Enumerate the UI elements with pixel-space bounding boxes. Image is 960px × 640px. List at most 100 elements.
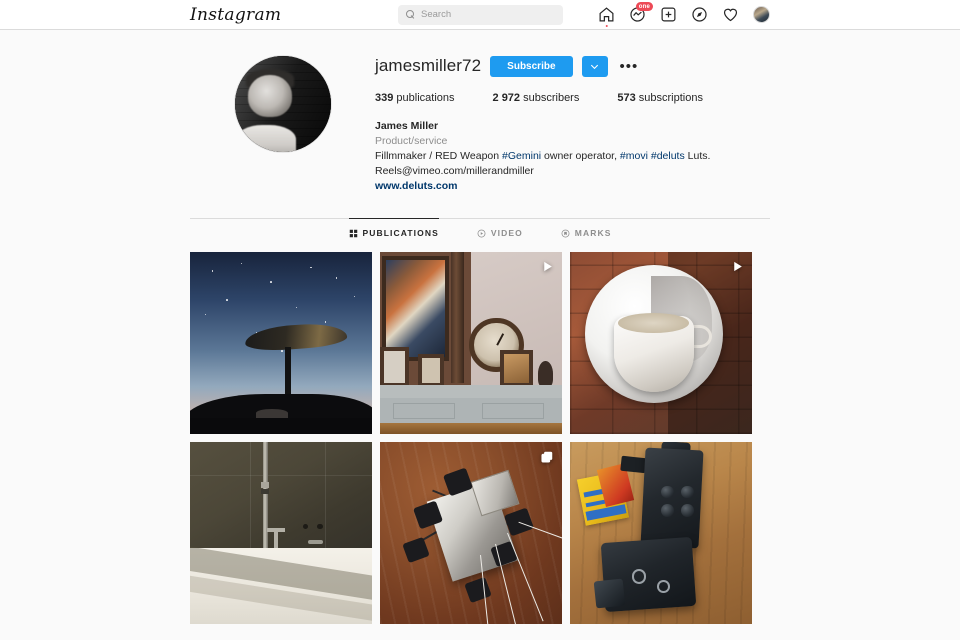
wooden-floor <box>380 423 562 434</box>
stat-publications-value: 339 <box>375 92 394 104</box>
profile-header: jamesmiller72 Subscribe ••• 339 publicat… <box>190 30 770 194</box>
camera-knob <box>681 503 694 517</box>
subscribe-dropdown-button[interactable] <box>581 55 608 77</box>
stat-publications: 339 publications <box>375 92 455 104</box>
profile-bio-email: Reels@vimeo.com/millerandmiller <box>375 165 534 177</box>
wall-seam-horizontal <box>190 474 372 476</box>
camera-knob <box>661 503 674 517</box>
bio-text-b: owner operator, <box>541 150 620 162</box>
profile-avatar-column <box>190 52 375 194</box>
wall-seam-vertical <box>324 442 326 548</box>
top-navigation-bar: Instagram Search one <box>0 0 960 30</box>
framed-artwork <box>381 255 450 362</box>
subscribe-button[interactable]: Subscribe <box>490 55 573 77</box>
home-active-dot <box>605 24 608 27</box>
profile-avatar[interactable] <box>233 55 332 153</box>
pipe-joint <box>261 482 269 489</box>
search-placeholder: Search <box>421 9 452 20</box>
instagram-logo[interactable]: Instagram <box>190 5 281 25</box>
stat-publications-label: publications <box>396 92 455 104</box>
bio-hashtag-gemini[interactable]: #Gemini <box>502 150 541 162</box>
grid-post-5[interactable] <box>380 442 562 624</box>
video-indicator-icon <box>731 260 744 278</box>
search-icon <box>406 10 415 19</box>
stat-subscriptions-value: 573 <box>617 92 636 104</box>
bio-text-d: Luts. <box>684 150 711 162</box>
camera-top-bar <box>620 455 648 473</box>
username-row: jamesmiller72 Subscribe ••• <box>375 54 770 78</box>
tab-publications[interactable]: PUBLICATIONS <box>348 218 439 246</box>
nav-icon-group: one <box>598 2 770 27</box>
profile-tabs-container: PUBLICATIONS VIDEO MARKS <box>190 218 770 246</box>
photo-frame-3 <box>500 350 533 387</box>
tab-marks-label: MARKS <box>574 228 612 238</box>
messenger-icon[interactable]: one <box>629 2 653 23</box>
teacup <box>613 312 694 393</box>
tab-video[interactable]: VIDEO <box>477 218 523 246</box>
grid-post-1[interactable] <box>190 252 372 434</box>
ground-ridge <box>190 417 372 434</box>
profile-page: jamesmiller72 Subscribe ••• 339 publicat… <box>0 30 960 624</box>
mantel-object <box>538 361 553 387</box>
vertical-pipe <box>262 442 268 552</box>
rover-wheel <box>402 537 431 564</box>
page-title: jamesmiller72 <box>375 56 482 75</box>
home-icon[interactable] <box>598 6 615 27</box>
profile-avatar-icon[interactable] <box>753 6 770 23</box>
profile-website-link[interactable]: www.deluts.com <box>375 179 770 194</box>
grid-icon <box>349 229 357 237</box>
explore-icon[interactable] <box>691 6 708 23</box>
stat-subscriptions-label: subscriptions <box>638 92 703 104</box>
tab-publications-label: PUBLICATIONS <box>362 228 439 238</box>
avatar <box>753 6 770 23</box>
wall-panel <box>380 397 562 424</box>
ground-notch <box>255 409 289 418</box>
wall-seam-vertical <box>250 442 252 548</box>
camera-knob <box>661 485 674 499</box>
search-input[interactable]: Search <box>398 4 563 25</box>
camera-knob <box>681 485 694 499</box>
mantel-shelf <box>380 384 562 398</box>
chevron-down-icon <box>590 64 599 69</box>
profile-full-name: James Miller <box>375 120 439 132</box>
play-circle-icon <box>477 229 486 237</box>
bio-text-a: Fillmmaker / RED Weapon <box>375 150 503 162</box>
stat-subscribers-value: 2 972 <box>492 92 521 104</box>
grid-post-4[interactable] <box>190 442 372 624</box>
pipe-joint-dark <box>261 489 269 494</box>
video-indicator-icon <box>541 260 554 278</box>
avatar-face <box>247 75 293 118</box>
profile-info-column: jamesmiller72 Subscribe ••• 339 publicat… <box>375 52 770 194</box>
stat-subscriptions[interactable]: 573 subscriptions <box>617 92 703 104</box>
camera-b-lens <box>594 578 626 610</box>
activity-heart-icon[interactable] <box>722 6 739 23</box>
tab-video-label: VIDEO <box>490 228 523 238</box>
profile-category: Product/service <box>375 135 448 147</box>
wall-spout <box>308 540 323 545</box>
rover-wheel <box>464 577 492 604</box>
stat-subscribers[interactable]: 2 972 subscribers <box>493 92 580 104</box>
posts-grid <box>190 252 770 624</box>
photo-frame-1 <box>380 346 410 387</box>
wooden-post <box>450 252 464 384</box>
profile-bio: James Miller Product/service Fillmmaker … <box>375 119 770 194</box>
messenger-unread-badge: one <box>635 2 653 11</box>
camera-a-body <box>640 447 704 549</box>
avatar-shirt <box>236 125 296 152</box>
bio-hashtag-deluts[interactable]: #deluts <box>651 150 685 162</box>
tag-circle-icon <box>561 229 570 237</box>
tab-marks[interactable]: MARKS <box>561 218 612 246</box>
grid-post-2[interactable] <box>380 252 562 434</box>
descent-tether <box>507 532 545 621</box>
add-post-icon[interactable] <box>660 6 677 23</box>
photo-frame-2 <box>418 353 444 387</box>
profile-stats: 339 publications 2 972 subscribers 573 s… <box>375 92 770 104</box>
grid-post-3[interactable] <box>570 252 752 434</box>
bio-hashtag-movi[interactable]: #movi <box>620 150 648 162</box>
grid-post-6[interactable] <box>570 442 752 624</box>
profile-description: Fillmmaker / RED Weapon #Gemini owner op… <box>375 149 770 164</box>
more-options-button[interactable]: ••• <box>617 59 642 74</box>
stat-subscribers-label: subscribers <box>523 92 580 104</box>
profile-tabs: PUBLICATIONS VIDEO MARKS <box>190 218 770 246</box>
dish-pole <box>284 346 291 394</box>
